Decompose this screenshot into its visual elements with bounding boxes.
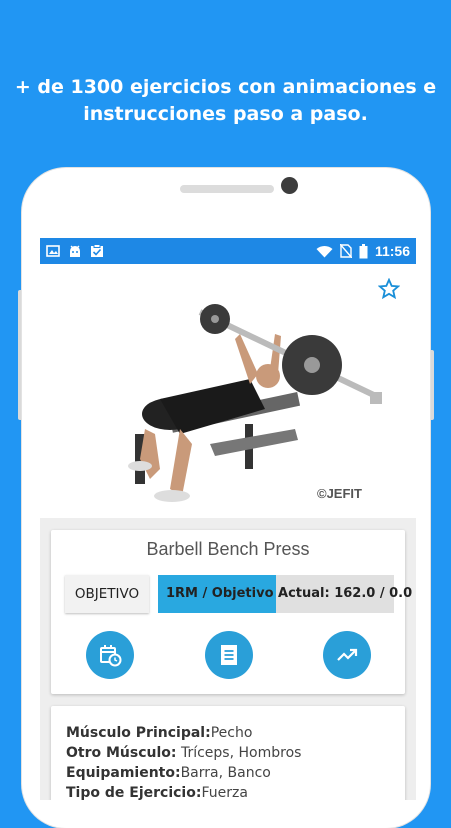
one-rm-progress-bar: 1RM / Objetivo Actual: 162.0 / 0.0 [158,575,412,613]
equipment-label: Equipamiento: [66,765,181,781]
equipment-row: Equipamiento:Barra, Banco [66,763,405,783]
equipment-value: Barra, Banco [180,765,271,781]
promo-line-2: instrucciones paso a paso. [83,103,368,125]
progress-chart-button[interactable] [323,631,371,679]
primary-muscle-row: Músculo Principal:Pecho [66,723,405,743]
android-icon [70,245,80,257]
history-button[interactable] [86,631,134,679]
no-sim-icon [339,244,352,258]
exercise-title: Barbell Bench Press [146,539,310,559]
image-icon [46,245,60,257]
primary-muscle-value: Pecho [210,725,253,741]
promo-headline: + de 1300 ejercicios con animaciones e i… [0,74,451,128]
exercise-type-label: Tipo de Ejercicio: [66,785,202,800]
status-time: 11:56 [374,243,410,259]
log-button[interactable] [204,631,253,679]
exercise-type-row: Tipo de Ejercicio:Fuerza [66,783,405,800]
jefit-watermark: ©JEFIT [317,486,362,501]
status-bar: 11:56 [40,238,416,264]
promo-line-1: + de 1300 ejercicios con animaciones e [14,76,437,98]
progress-text: 1RM / Objetivo Actual: 162.0 / 0.0 [166,586,413,601]
clipboard-check-icon [91,244,103,257]
wifi-icon [316,245,333,257]
phone-camera [281,177,298,194]
secondary-muscle-row: Otro Músculo: Tríceps, Hombros [66,743,405,763]
log-list-icon [220,645,237,665]
exercise-card: Barbell Bench Press OBJETIVO 1RM / Objet… [51,530,412,694]
trending-up-icon [337,648,358,661]
phone-speaker [180,185,274,193]
secondary-muscle-value: Tríceps, Hombros [176,745,302,761]
phone-screen: 11:56 ©JEFIT Barbell Bench Press OBJETIV… [40,238,416,800]
objective-button[interactable]: OBJETIVO [65,575,149,613]
star-icon[interactable] [378,278,400,300]
primary-muscle-label: Músculo Principal: [66,725,211,741]
bench-press-illustration [128,304,382,502]
secondary-muscle-label: Otro Músculo: [66,745,177,761]
exercise-type-value: Fuerza [201,785,248,800]
calendar-clock-icon [100,645,122,667]
battery-icon [359,243,368,258]
exercise-animation: ©JEFIT [40,264,416,518]
exercise-details-card: Músculo Principal:Pecho Otro Músculo: Tr… [51,706,405,800]
